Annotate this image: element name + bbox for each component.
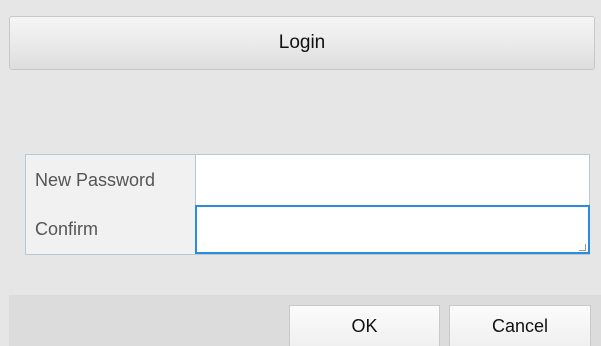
cancel-button[interactable]: Cancel xyxy=(449,305,591,346)
new-password-row: New Password xyxy=(26,155,589,206)
dialog-title-bar: Login xyxy=(9,16,595,70)
new-password-input[interactable] xyxy=(197,155,589,205)
resize-grip-icon xyxy=(579,244,586,251)
confirm-password-input[interactable] xyxy=(195,205,590,254)
confirm-password-row: Confirm xyxy=(26,205,590,254)
dialog-title: Login xyxy=(278,32,326,53)
password-form: New Password Confirm xyxy=(25,154,590,255)
new-password-label: New Password xyxy=(26,155,196,205)
confirm-password-label: Confirm xyxy=(26,205,196,254)
login-dialog: Login New Password Confirm OK Cancel xyxy=(0,0,601,346)
ok-button[interactable]: OK xyxy=(289,305,440,346)
